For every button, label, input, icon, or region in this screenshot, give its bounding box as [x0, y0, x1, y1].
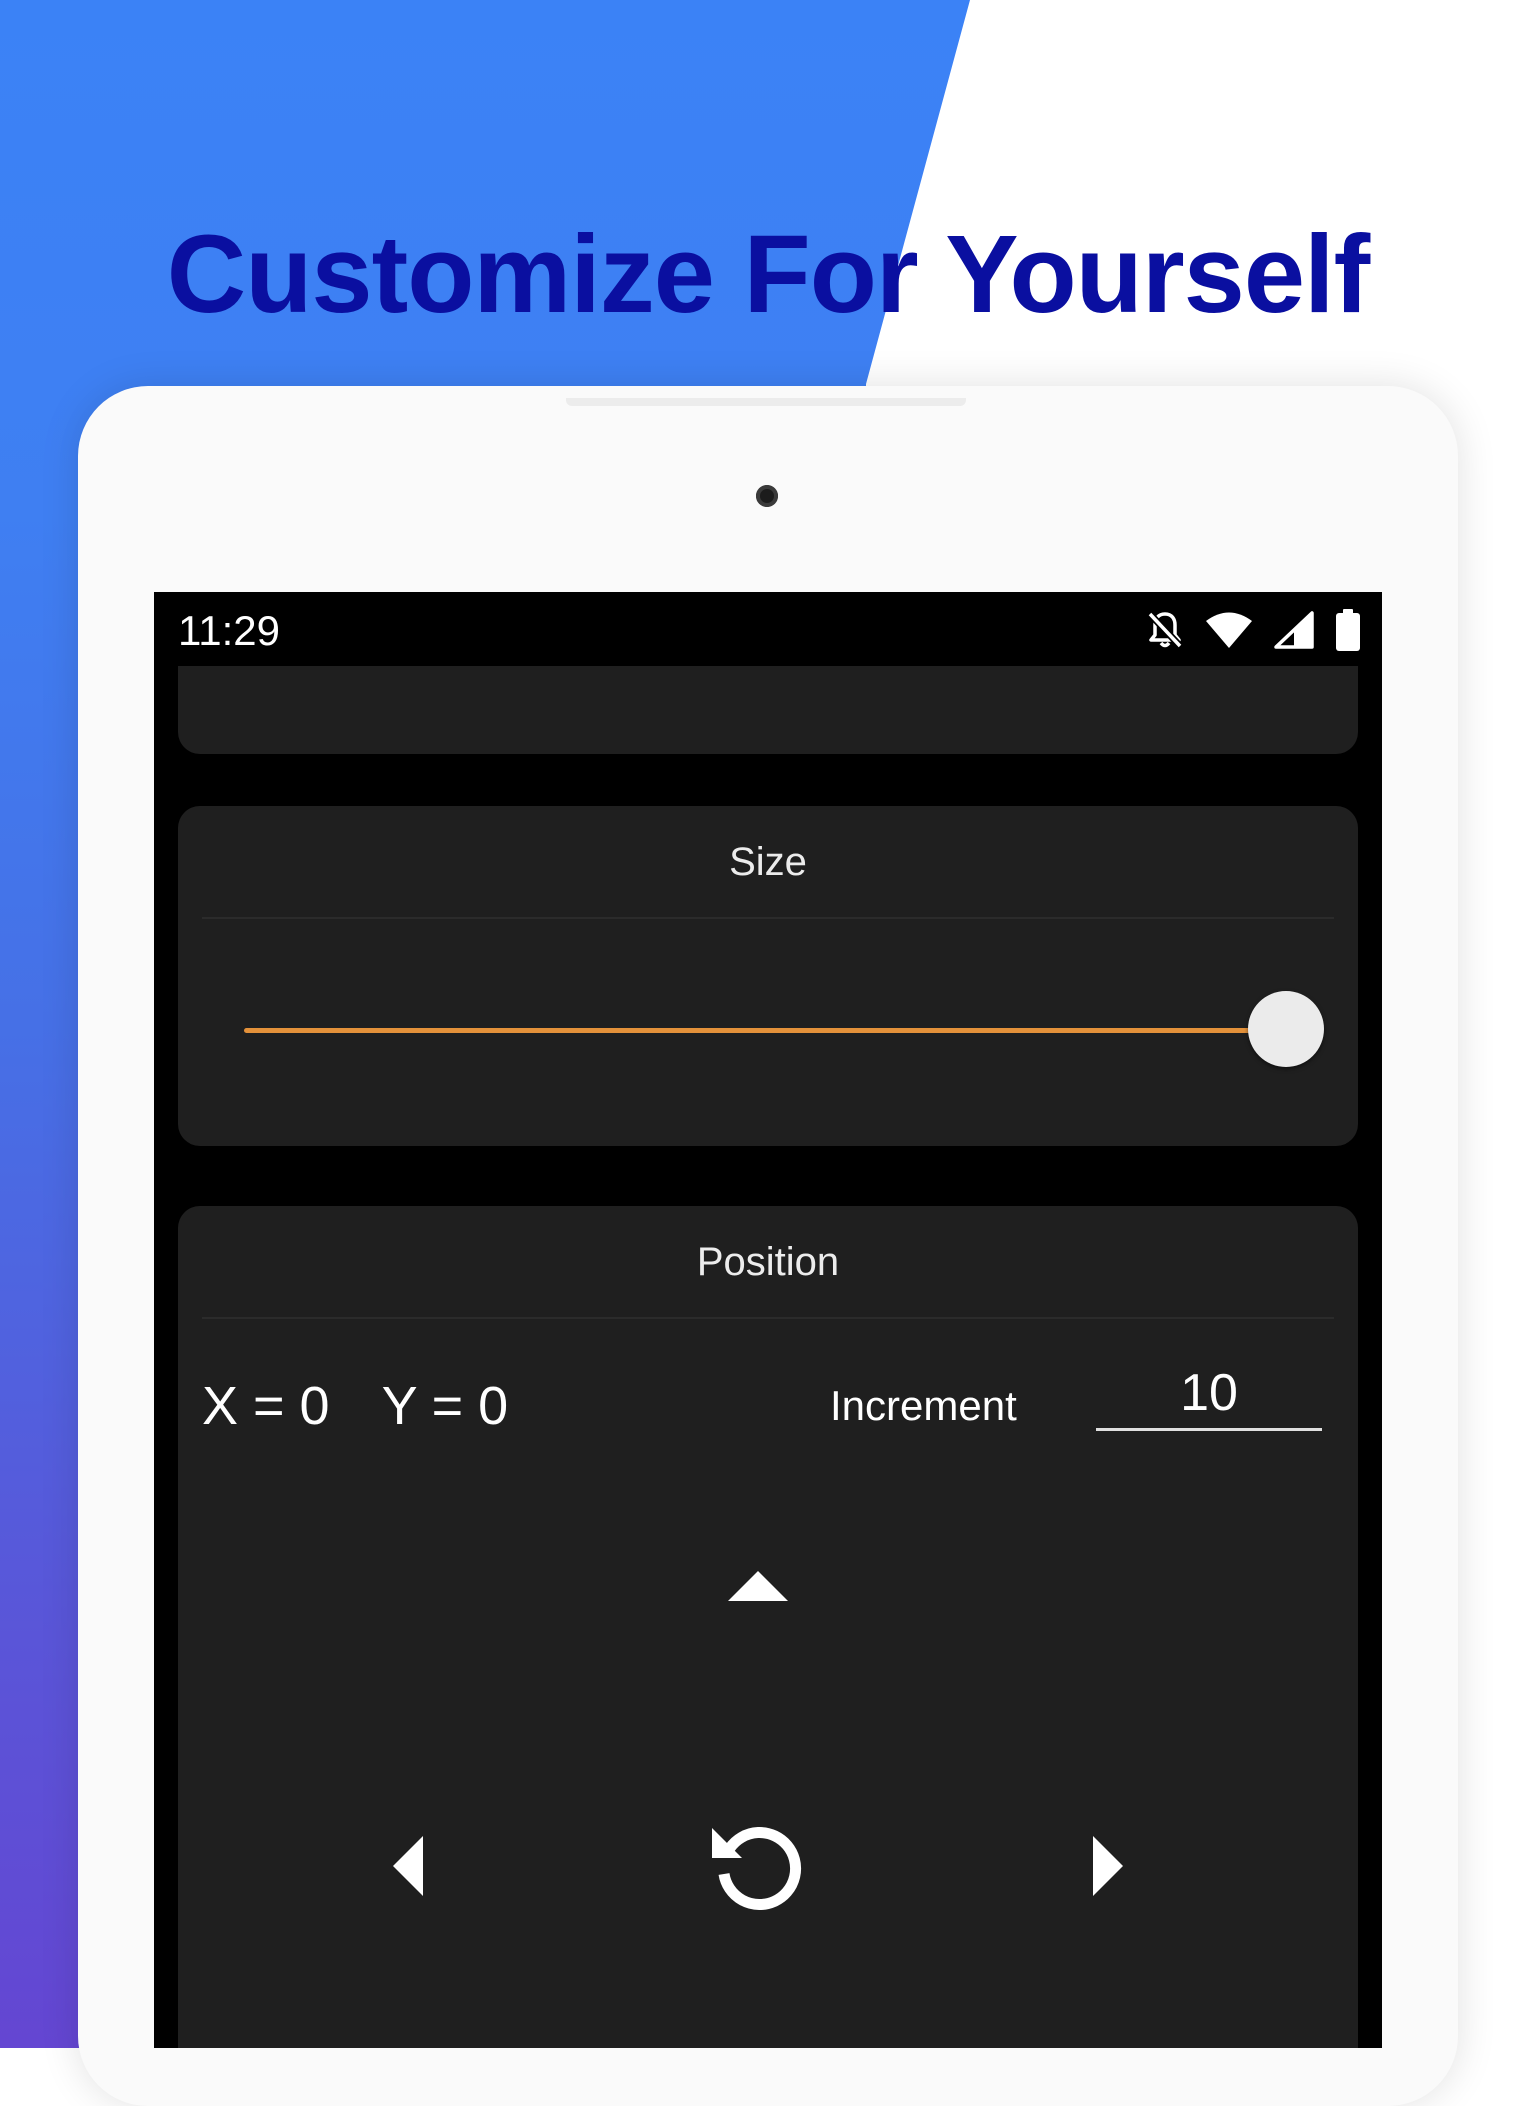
position-card: Position X = 0 Y = 0 Increment [178, 1206, 1358, 2048]
arrow-up-icon [728, 1571, 788, 1601]
promo-headline: Customize For Yourself [166, 213, 1370, 336]
reset-icon [712, 1827, 802, 1910]
move-right-button[interactable] [1048, 1806, 1168, 1926]
x-coordinate: X = 0 [202, 1376, 330, 1436]
size-slider[interactable] [178, 986, 1358, 1076]
position-coordinates: X = 0 Y = 0 [202, 1366, 508, 1446]
arrow-left-icon [393, 1836, 423, 1896]
status-icons [1146, 608, 1360, 652]
notifications-off-icon [1147, 611, 1183, 649]
status-time: 11:29 [178, 607, 280, 654]
size-card: Size [178, 806, 1358, 1146]
size-slider-thumb[interactable] [1248, 991, 1324, 1067]
increment-input[interactable] [1096, 1358, 1322, 1431]
size-card-divider [202, 917, 1334, 919]
increment-label: Increment [830, 1382, 1017, 1429]
arrow-right-icon [1093, 1836, 1123, 1896]
position-card-divider [202, 1317, 1334, 1319]
move-left-button[interactable] [348, 1806, 468, 1926]
y-coordinate: Y = 0 [381, 1376, 509, 1436]
tablet-top-bezel-edge [566, 398, 966, 406]
position-card-title: Position [696, 1240, 840, 1284]
size-slider-track[interactable] [244, 1028, 1268, 1033]
cell-signal-icon [1274, 611, 1314, 649]
camera-icon [756, 485, 778, 507]
device-screen: 11:29 Size Position X = 0 Y = 0 Incremen… [154, 592, 1382, 2048]
battery-icon [1336, 609, 1360, 651]
move-up-button[interactable] [698, 1526, 818, 1646]
wifi-icon [1206, 612, 1252, 648]
size-card-title: Size [729, 840, 807, 884]
status-bar: 11:29 [154, 592, 1382, 666]
reset-position-button[interactable] [698, 1806, 818, 1926]
